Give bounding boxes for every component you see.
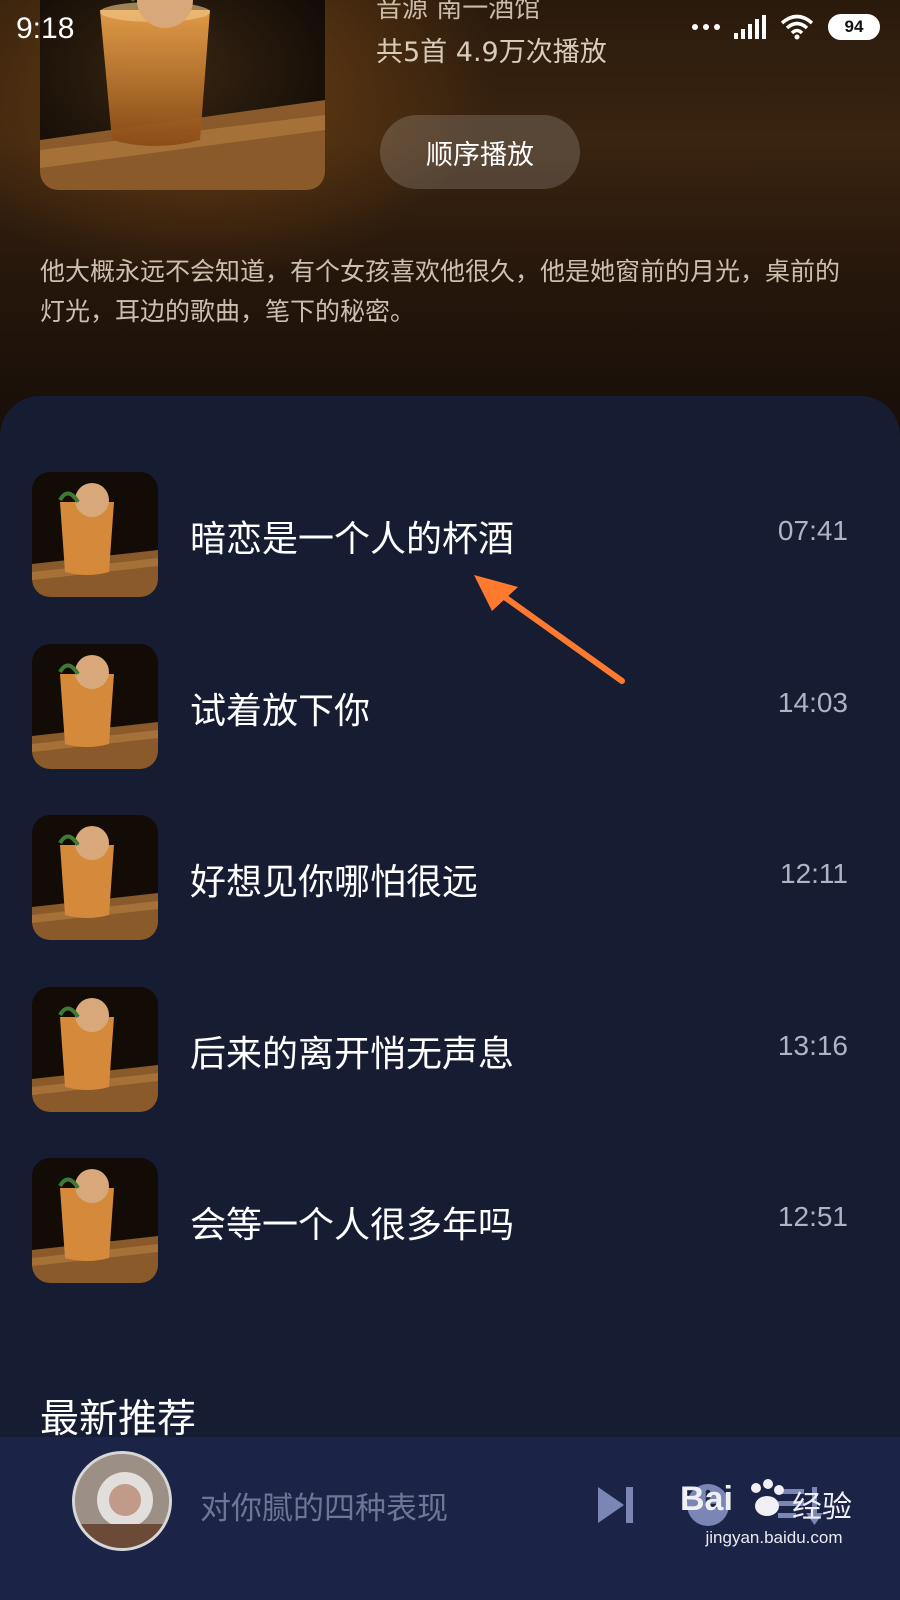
song-thumbnail (32, 987, 158, 1112)
status-time: 9:18 (16, 12, 75, 45)
song-row[interactable]: 暗恋是一个人的杯酒 07:41 (0, 472, 900, 597)
paw-icon (751, 1479, 784, 1516)
wifi-icon (780, 14, 814, 40)
song-title: 暗恋是一个人的杯酒 (190, 519, 515, 560)
status-icons: 94 (692, 14, 880, 40)
song-title: 会等一个人很多年吗 (190, 1205, 515, 1246)
song-thumbnail (32, 1158, 158, 1283)
status-bar: 9:18 94 (0, 0, 900, 60)
song-duration: 12:51 (777, 1201, 848, 1232)
battery-indicator: 94 (828, 14, 880, 40)
song-title: 试着放下你 (190, 691, 371, 732)
song-thumbnail (32, 472, 158, 597)
mini-player-cover[interactable] (72, 1451, 172, 1551)
song-row[interactable]: 会等一个人很多年吗 12:51 (0, 1158, 900, 1283)
more-dots-icon (692, 24, 720, 30)
song-duration: 07:41 (777, 515, 848, 546)
song-duration: 14:03 (777, 687, 848, 718)
song-row[interactable]: 好想见你哪怕很远 12:11 (0, 815, 900, 940)
mini-player-title: 对你腻的四种表现 (200, 1491, 448, 1527)
signal-icon (734, 15, 766, 39)
song-duration: 13:16 (777, 1030, 848, 1061)
song-duration: 12:11 (780, 858, 848, 889)
annotation-arrow-icon (474, 575, 625, 684)
baidu-watermark: Bai 经验 jingyan.baidu.com (674, 1470, 874, 1590)
watermark-logo-cn: 经验 (792, 1490, 852, 1525)
song-row[interactable]: 试着放下你 14:03 (0, 644, 900, 769)
song-row[interactable]: 后来的离开悄无声息 13:16 (0, 987, 900, 1112)
song-thumbnail (32, 644, 158, 769)
song-title: 后来的离开悄无声息 (190, 1034, 515, 1075)
watermark-url: jingyan.baidu.com (705, 1528, 843, 1547)
watermark-logo: Bai (680, 1480, 733, 1518)
play-in-order-button[interactable]: 顺序播放 (380, 115, 580, 189)
song-thumbnail (32, 815, 158, 940)
section-title-latest: 最新推荐 (40, 1397, 197, 1442)
next-icon[interactable] (592, 1481, 640, 1529)
song-title: 好想见你哪怕很远 (190, 862, 479, 903)
album-description: 他大概永远不会知道，有个女孩喜欢他很久，他是她窗前的月光，桌前的灯光，耳边的歌曲… (40, 257, 841, 326)
